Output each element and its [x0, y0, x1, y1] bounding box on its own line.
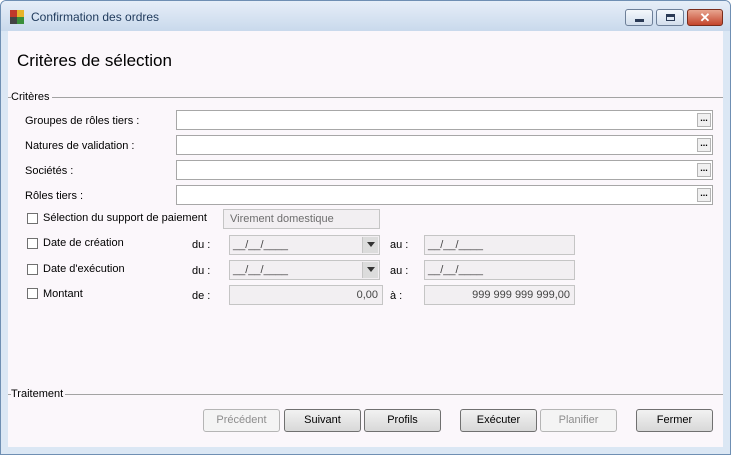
third-party-role-groups-label: Groupes de rôles tiers : — [25, 115, 140, 127]
execution-date-from-field[interactable]: __/__/____ — [229, 260, 380, 280]
third-party-roles-label: Rôles tiers : — [25, 190, 84, 202]
page-title: Critères de sélection — [17, 51, 172, 70]
close-button[interactable]: Fermer — [636, 409, 713, 432]
validation-types-browse-button[interactable]: ... — [697, 138, 711, 152]
title-bar[interactable]: Confirmation des ordres ✕ — [1, 1, 730, 31]
criteria-section-label: Critères — [11, 91, 52, 103]
minimize-icon — [635, 19, 644, 22]
execution-date-from-label: du : — [192, 265, 211, 277]
app-icon — [10, 10, 24, 24]
companies-label: Sociétés : — [25, 165, 74, 177]
creation-date-label: Date de création — [43, 237, 124, 249]
execute-button[interactable]: Exécuter — [460, 409, 537, 432]
amount-label: Montant — [43, 288, 83, 300]
payment-support-label: Sélection du support de paiement — [43, 212, 207, 224]
close-icon: ✕ — [699, 10, 711, 25]
app-window: Confirmation des ordres ✕ Critères de sé… — [0, 0, 731, 455]
third-party-role-groups-field[interactable]: ... — [176, 110, 713, 130]
creation-date-checkbox[interactable] — [27, 238, 38, 249]
execution-date-to-field[interactable]: __/__/____ — [424, 260, 575, 280]
third-party-roles-field[interactable]: ... — [176, 185, 713, 205]
third-party-roles-browse-button[interactable]: ... — [697, 188, 711, 202]
treatment-divider — [8, 394, 723, 395]
close-window-button[interactable]: ✕ — [687, 9, 723, 26]
amount-from-label: de : — [192, 290, 211, 302]
execution-date-checkbox[interactable] — [27, 264, 38, 275]
maximize-button[interactable] — [656, 9, 684, 26]
amount-to-label: à : — [390, 290, 403, 302]
next-button[interactable]: Suivant — [284, 409, 361, 432]
amount-from-field[interactable]: 0,00 — [229, 285, 383, 305]
payment-support-field[interactable]: Virement domestique — [223, 209, 380, 229]
previous-button[interactable]: Précédent — [203, 409, 280, 432]
companies-field[interactable]: ... — [176, 160, 713, 180]
companies-browse-button[interactable]: ... — [697, 163, 711, 177]
validation-types-field[interactable]: ... — [176, 135, 713, 155]
creation-date-to-label: au : — [390, 239, 409, 251]
chevron-down-icon[interactable] — [362, 237, 378, 253]
minimize-button[interactable] — [625, 9, 653, 26]
creation-date-from-label: du : — [192, 239, 211, 251]
payment-support-checkbox[interactable] — [27, 213, 38, 224]
execution-date-to-label: au : — [390, 265, 409, 277]
dialog-content: Critères de sélection Critères Groupes d… — [8, 31, 723, 447]
maximize-icon — [666, 14, 675, 21]
window-title: Confirmation des ordres — [31, 10, 160, 24]
execution-date-label: Date d'exécution — [43, 263, 125, 275]
chevron-down-icon[interactable] — [362, 262, 378, 278]
creation-date-from-field[interactable]: __/__/____ — [229, 235, 380, 255]
profiles-button[interactable]: Profils — [364, 409, 441, 432]
third-party-role-groups-browse-button[interactable]: ... — [697, 113, 711, 127]
criteria-divider — [8, 97, 723, 98]
schedule-button[interactable]: Planifier — [540, 409, 617, 432]
amount-to-field[interactable]: 999 999 999 999,00 — [424, 285, 575, 305]
creation-date-to-field[interactable]: __/__/____ — [424, 235, 575, 255]
validation-types-label: Natures de validation : — [25, 140, 135, 152]
amount-checkbox[interactable] — [27, 288, 38, 299]
treatment-section-label: Traitement — [11, 388, 66, 400]
